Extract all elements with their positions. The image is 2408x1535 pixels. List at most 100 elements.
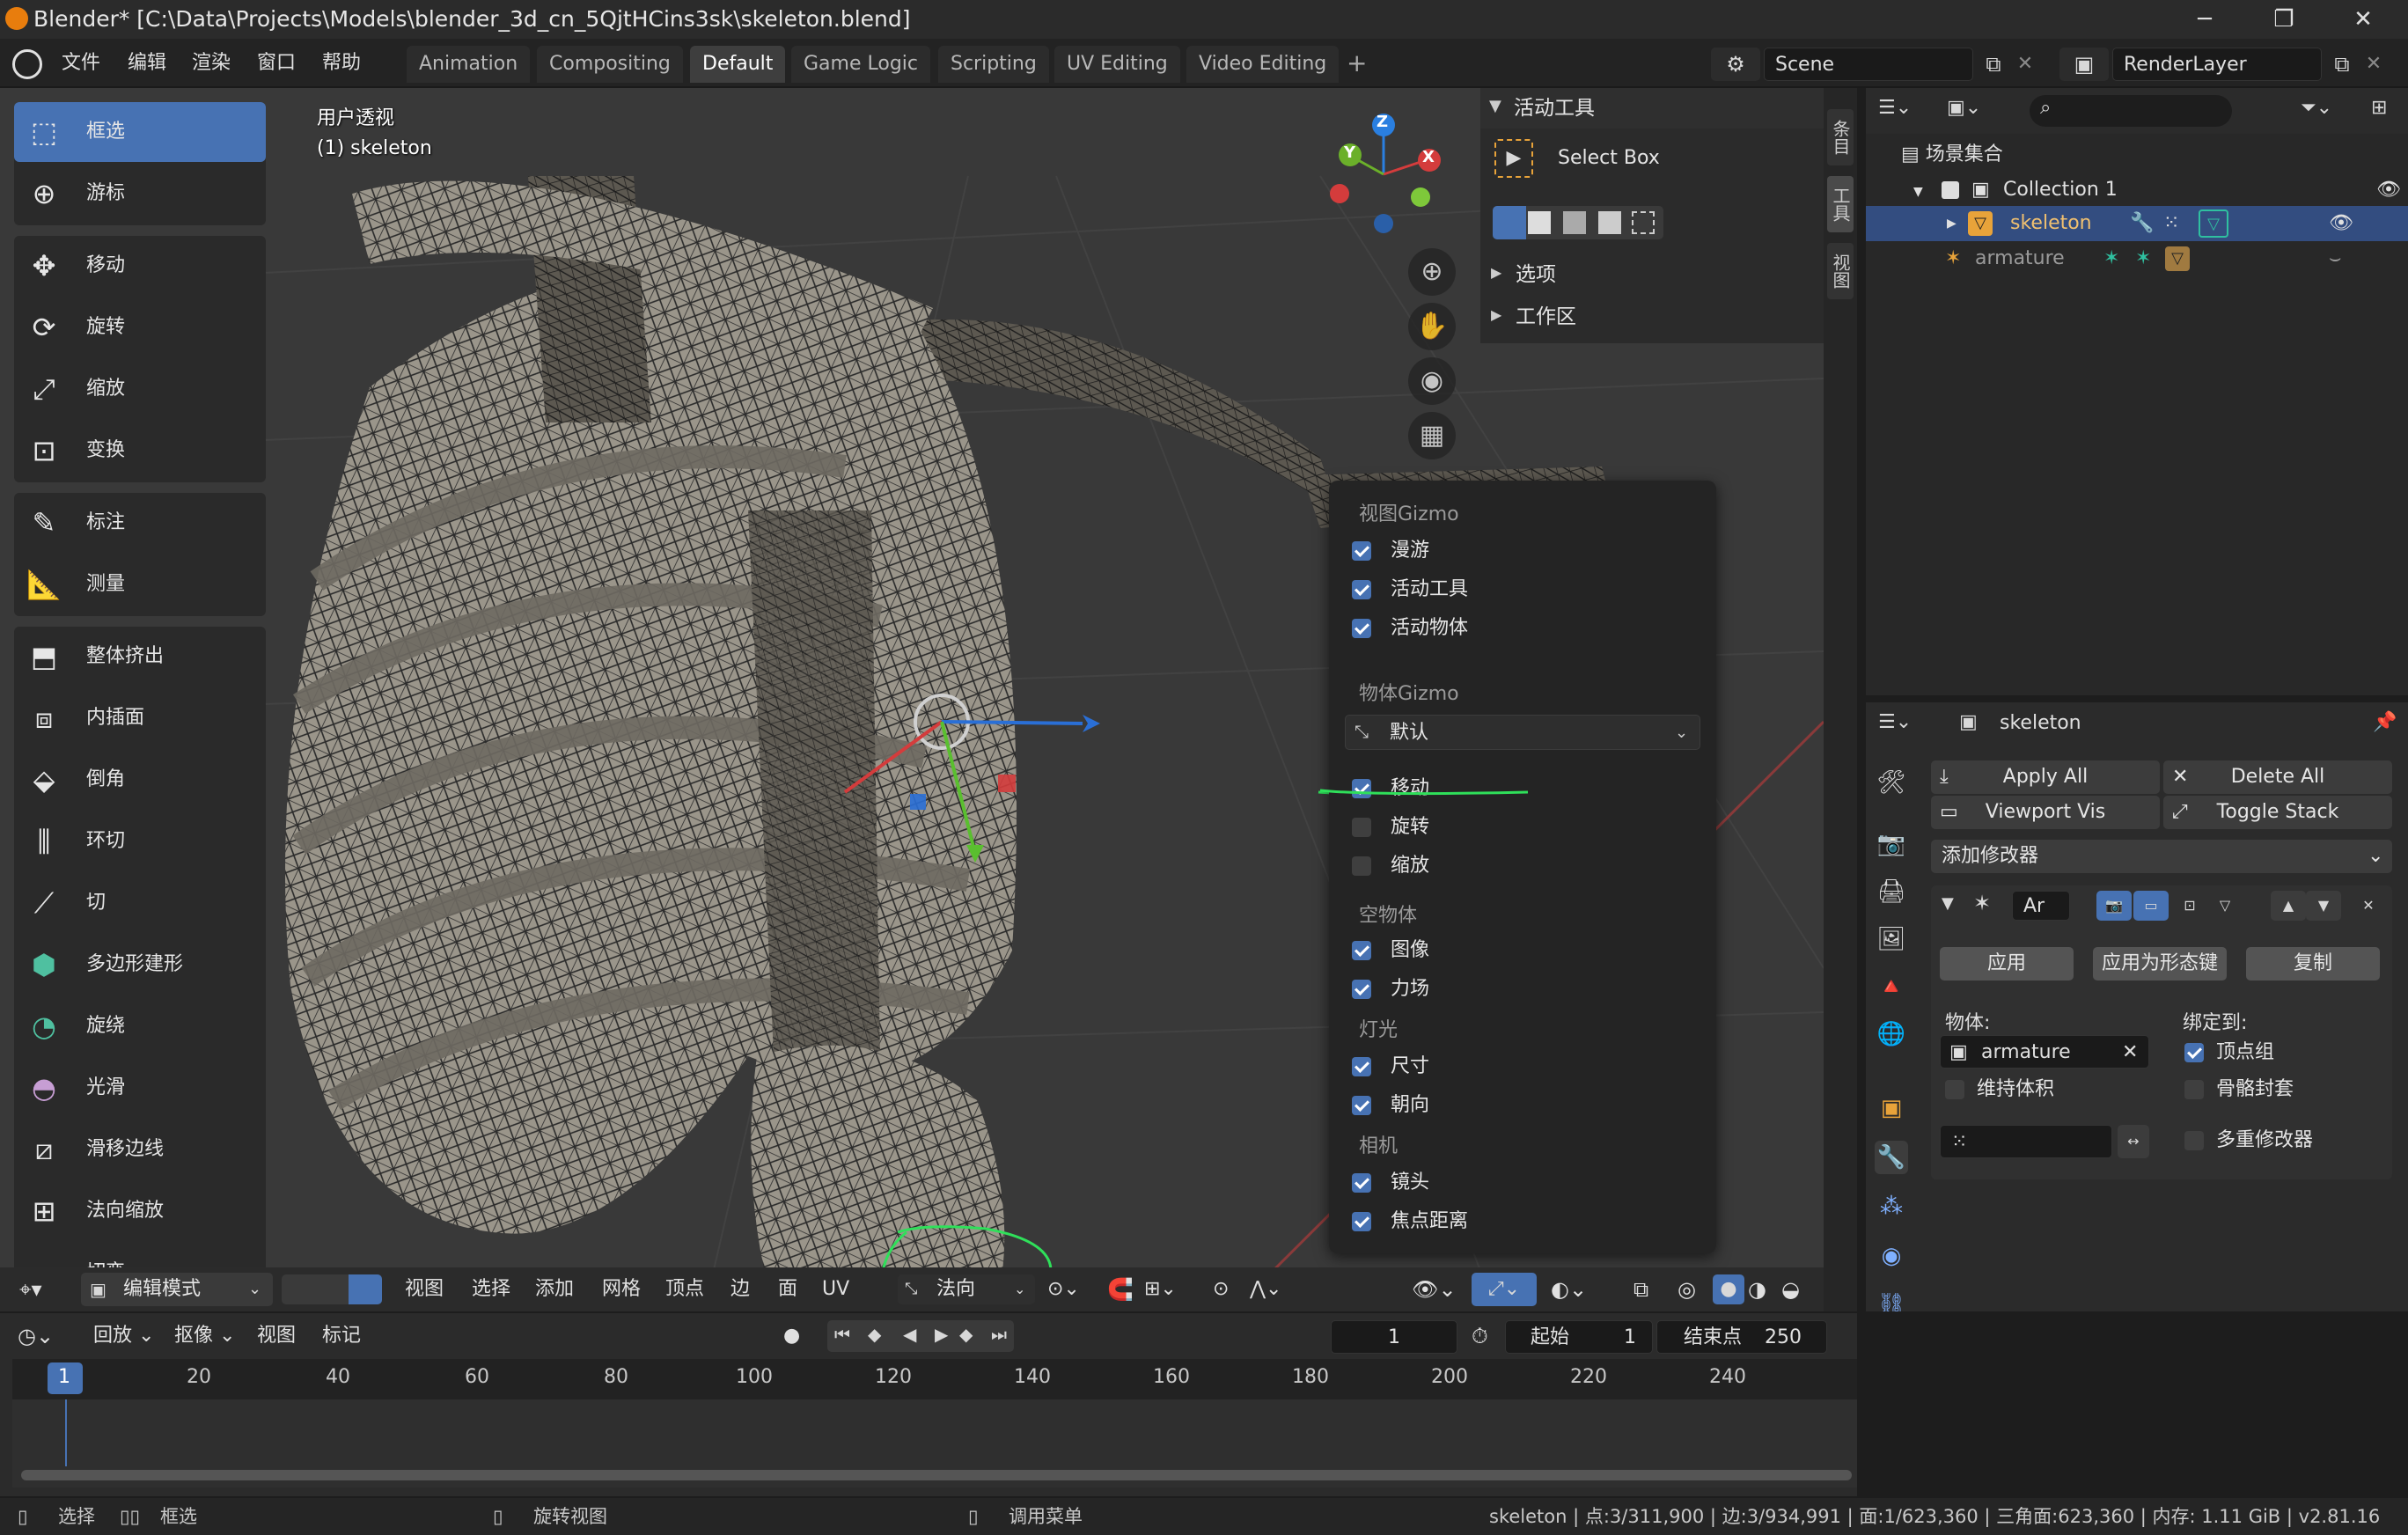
gizmo-image-checkbox[interactable]: 图像 xyxy=(1352,933,1686,968)
tool-cursor[interactable]: ⊕ 游标 xyxy=(14,164,266,224)
tool-annotate[interactable]: ✎ 标注 xyxy=(14,493,266,553)
modifier-name-field[interactable]: Ar xyxy=(2012,891,2070,921)
tool-loop-cut[interactable]: ⫼ 环切 xyxy=(14,812,266,871)
armature-row[interactable]: ✶ armature ✶ ✶ ▽ ⌣ xyxy=(1866,241,2408,276)
gizmo-active-object-checkbox[interactable]: 活动物体 xyxy=(1352,611,1686,646)
rendered-shading-icon[interactable]: ◒ xyxy=(1781,1267,1800,1311)
visibility-eye-icon[interactable]: 👁⌄ xyxy=(1412,1267,1457,1311)
clear-icon[interactable]: ✕ xyxy=(2122,1036,2138,1069)
tab-video-editing[interactable]: Video Editing xyxy=(1186,46,1340,83)
editor-type-icon[interactable]: ☰⌄ xyxy=(1878,97,1912,119)
menu-add[interactable]: 添加 xyxy=(535,1267,574,1311)
tool-shear[interactable]: ▱ 切变 xyxy=(14,1243,266,1269)
tab-compositing[interactable]: Compositing xyxy=(537,46,683,83)
mode-extend-icon[interactable] xyxy=(1528,211,1551,234)
new-collection-icon[interactable]: ⊞ xyxy=(2371,97,2387,119)
filter-icon[interactable]: ⏷⌄ xyxy=(2301,97,2332,119)
tool-edge-slide[interactable]: ⧄ 滑移边线 xyxy=(14,1120,266,1179)
menu-select[interactable]: 选择 xyxy=(472,1267,510,1311)
modifier-wrench-icon[interactable]: 🔧 xyxy=(2130,206,2154,241)
camera-render-toggle-icon[interactable]: 📷 xyxy=(2096,891,2132,921)
options-section[interactable]: ▶ 选项 xyxy=(1480,255,1824,294)
jump-end-icon[interactable]: ⏭ xyxy=(991,1324,1007,1345)
tool-rotate[interactable]: ⟳ 旋转 xyxy=(14,297,266,357)
edge-mode-icon[interactable] xyxy=(315,1274,349,1304)
pose-icon[interactable]: ✶ xyxy=(2135,241,2151,276)
record-icon[interactable]: ● xyxy=(783,1313,800,1359)
gizmo-light-look-at-checkbox[interactable]: 朝向 xyxy=(1352,1088,1686,1123)
tool-scale[interactable]: ⤢ 缩放 xyxy=(14,359,266,419)
ortho-grid-icon[interactable]: ▦ xyxy=(1408,412,1456,459)
zoom-icon[interactable]: ⊕ xyxy=(1408,248,1456,296)
camera-view-icon[interactable]: ◉ xyxy=(1408,357,1456,405)
current-frame-field[interactable]: 1 xyxy=(1331,1320,1457,1354)
outliner-search-input[interactable]: ⌕ xyxy=(2030,95,2232,127)
viewport-display-toggle-icon[interactable]: ▭ xyxy=(2133,891,2169,921)
mode-subtract-icon[interactable] xyxy=(1563,211,1586,234)
orientation-dropdown[interactable]: ⤡ 默认 ⌄ xyxy=(1345,715,1700,750)
pivot-point-icon[interactable]: ⊙⌄ xyxy=(1047,1267,1080,1311)
active-tool-header[interactable]: ▼ 活动工具 xyxy=(1480,88,1824,129)
timeline-ruler[interactable]: 1 20 40 60 80 100 120 140 160 180 200 22… xyxy=(12,1359,1857,1399)
menu-file[interactable]: 文件 xyxy=(62,39,100,88)
copy-button[interactable]: 复制 xyxy=(2246,947,2380,980)
end-frame-field[interactable]: 结束点 250 xyxy=(1656,1320,1827,1354)
show-gizmo-toggle[interactable]: ⤢⌄ xyxy=(1472,1273,1537,1306)
minimize-button[interactable]: ─ xyxy=(2165,0,2244,39)
vertex-mode-icon[interactable] xyxy=(282,1274,315,1304)
menu-view[interactable]: 视图 xyxy=(405,1267,444,1311)
new-scene-icon[interactable]: ⧉ xyxy=(1979,49,2008,79)
timeline-track[interactable] xyxy=(12,1399,1857,1487)
add-modifier-dropdown[interactable]: 添加修改器 ⌄ xyxy=(1931,840,2392,873)
snap-icon[interactable]: 🧲 xyxy=(1107,1267,1134,1311)
tool-poly-build[interactable]: ⬢ 多边形建形 xyxy=(14,935,266,995)
collapse-arrow-icon[interactable]: ▼ xyxy=(1942,894,1954,913)
next-keyframe-icon[interactable]: ◆ xyxy=(959,1324,973,1345)
tab-uv-editing[interactable]: UV Editing xyxy=(1054,46,1180,83)
menu-render[interactable]: 渲染 xyxy=(192,39,231,88)
jump-start-icon[interactable]: ⏮ xyxy=(834,1324,850,1345)
physics-tab-icon[interactable]: ◉ xyxy=(1875,1239,1908,1273)
gizmo-focus-distance-checkbox[interactable]: 焦点距离 xyxy=(1352,1204,1686,1239)
multi-modifier-checkbox[interactable]: 多重修改器 xyxy=(2184,1123,2387,1158)
tool-box-select[interactable]: ⬚ 框选 xyxy=(14,102,266,162)
mode-dropdown[interactable]: ▣ 编辑模式 ⌄ xyxy=(81,1273,273,1306)
new-layer-icon[interactable]: ⧉ xyxy=(2327,49,2357,79)
scene-collection-row[interactable]: ▤ 场景集合 xyxy=(1901,139,2003,171)
workspace-section[interactable]: ▶ 工作区 xyxy=(1480,297,1824,336)
menu-vertex[interactable]: 顶点 xyxy=(665,1267,704,1311)
vertex-groups-checkbox[interactable]: 顶点组 xyxy=(2184,1035,2387,1070)
face-mode-icon[interactable] xyxy=(349,1274,382,1304)
keying-menu[interactable]: 抠像 ⌄ xyxy=(174,1313,235,1359)
mode-invert-icon[interactable] xyxy=(1598,211,1621,234)
move-up-icon[interactable]: ▲ xyxy=(2271,891,2306,921)
scene-selector-icon[interactable]: ⚙ xyxy=(1711,48,1760,81)
editor-type-icon[interactable]: ◷⌄ xyxy=(18,1313,54,1359)
tool-transform[interactable]: ⊡ 变换 xyxy=(14,421,266,481)
delete-layer-icon[interactable]: ✕ xyxy=(2360,49,2387,79)
viewport-vis-button[interactable]: ▭ Viewport Vis xyxy=(1931,796,2160,829)
tool-shrink-fatten[interactable]: ⊞ 法向缩放 xyxy=(14,1181,266,1241)
preview-range-icon[interactable]: ⏱ xyxy=(1472,1313,1488,1359)
skeleton-row[interactable]: ▶ ▽ skeleton 🔧 ⁙ ▽ 👁 xyxy=(1866,206,2408,241)
menu-edit[interactable]: 编辑 xyxy=(128,39,166,88)
gizmo-force-field-checkbox[interactable]: 力场 xyxy=(1352,972,1686,1007)
add-workspace-button[interactable]: + xyxy=(1347,39,1367,88)
tool-settings-tab-icon[interactable]: 🛠 xyxy=(1875,766,1908,799)
gizmo-navigate-checkbox[interactable]: 漫游 xyxy=(1352,533,1686,569)
playback-menu[interactable]: 回放 ⌄ xyxy=(93,1313,154,1359)
pin-icon[interactable]: 📌 xyxy=(2373,711,2397,733)
marker-menu[interactable]: 标记 xyxy=(322,1313,361,1359)
visibility-eye-icon[interactable]: 👁 xyxy=(2376,174,2401,206)
editor-type-icon[interactable]: ☰⌄ xyxy=(1878,711,1912,733)
gizmo-light-size-checkbox[interactable]: 尺寸 xyxy=(1352,1049,1686,1084)
tab-tool[interactable]: 工具 xyxy=(1827,176,1854,232)
modifier-tab-icon[interactable]: 🔧 xyxy=(1875,1141,1908,1174)
remove-modifier-icon[interactable]: ✕ xyxy=(2353,891,2383,921)
mode-set-icon[interactable] xyxy=(1493,206,1526,239)
collection-checkbox[interactable] xyxy=(1942,181,1959,199)
armature-object-field[interactable]: ▣ armature ✕ xyxy=(1940,1035,2149,1069)
bone-envelopes-checkbox[interactable]: 骨骼封套 xyxy=(2184,1072,2387,1107)
editor-type-icon[interactable]: ⌖▾ xyxy=(19,1267,42,1311)
tool-extrude[interactable]: ⬒ 整体挤出 xyxy=(14,627,266,687)
